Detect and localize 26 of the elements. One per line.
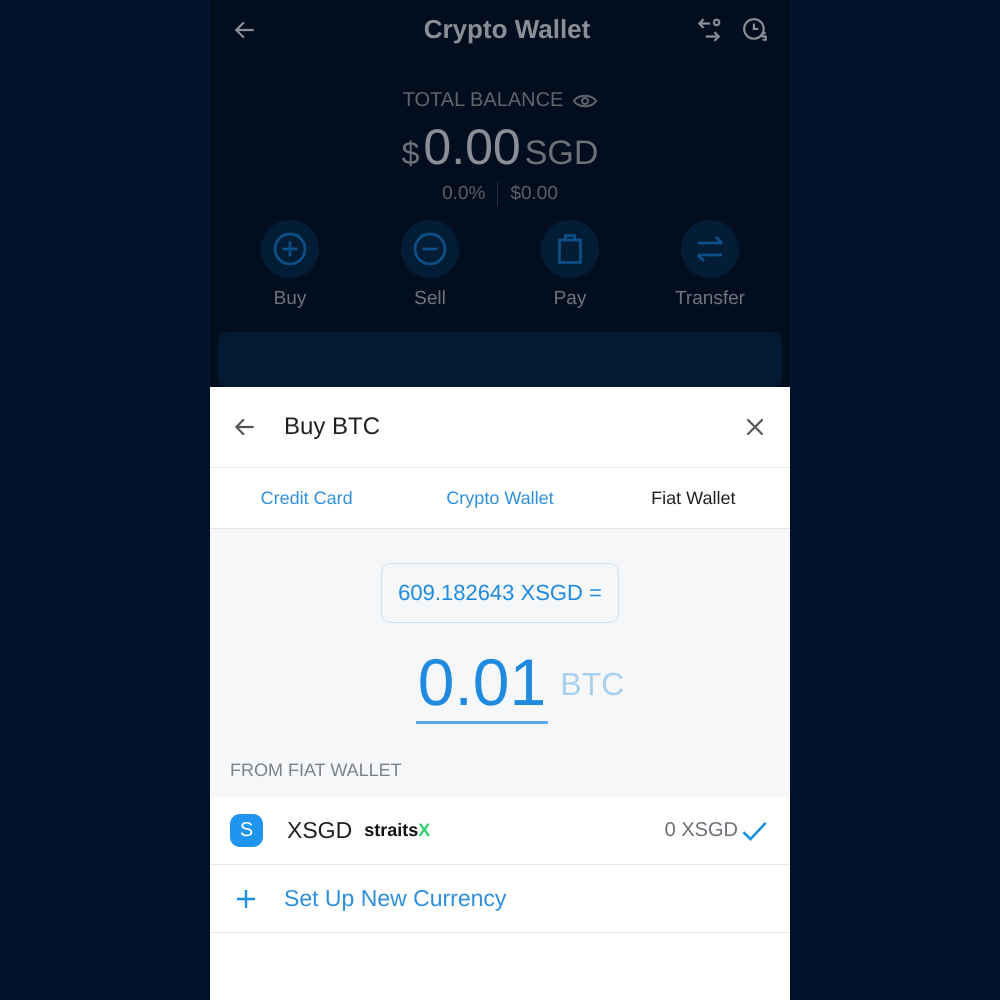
exchange-icon[interactable] (696, 16, 722, 43)
sheet-title: Buy BTC (284, 413, 380, 441)
clock-dollar-icon[interactable] (742, 16, 768, 43)
wallet-name: XSGD (287, 817, 352, 844)
eye-icon[interactable] (573, 92, 598, 109)
change-percent: 0.0% (442, 183, 486, 206)
conversion-chip[interactable]: 609.182643 XSGD = (381, 563, 619, 623)
balance-amount: 0.00 (423, 118, 521, 176)
screen-title: Crypto Wallet (422, 14, 592, 46)
currency-symbol: $ (402, 135, 420, 172)
currency-badge: S (230, 814, 263, 847)
minus-circle-icon (412, 231, 448, 268)
add-currency-label: Set Up New Currency (284, 885, 506, 912)
plus-circle-icon (272, 231, 308, 268)
wallet-balance: 0 XSGD (664, 819, 738, 842)
amount-unit: BTC (560, 666, 624, 703)
action-label: Sell (414, 288, 446, 310)
amount-input[interactable]: 0.01 (416, 645, 548, 724)
brand-logo: straitsX (364, 820, 430, 841)
action-label: Buy (274, 288, 306, 310)
balance-label: TOTAL BALANCE (402, 89, 564, 112)
balance-currency: SGD (524, 134, 598, 174)
change-amount: $0.00 (510, 183, 558, 206)
section-label: FROM FIAT WALLET (230, 760, 402, 781)
action-label: Pay (554, 288, 586, 310)
action-label: Transfer (674, 288, 746, 310)
